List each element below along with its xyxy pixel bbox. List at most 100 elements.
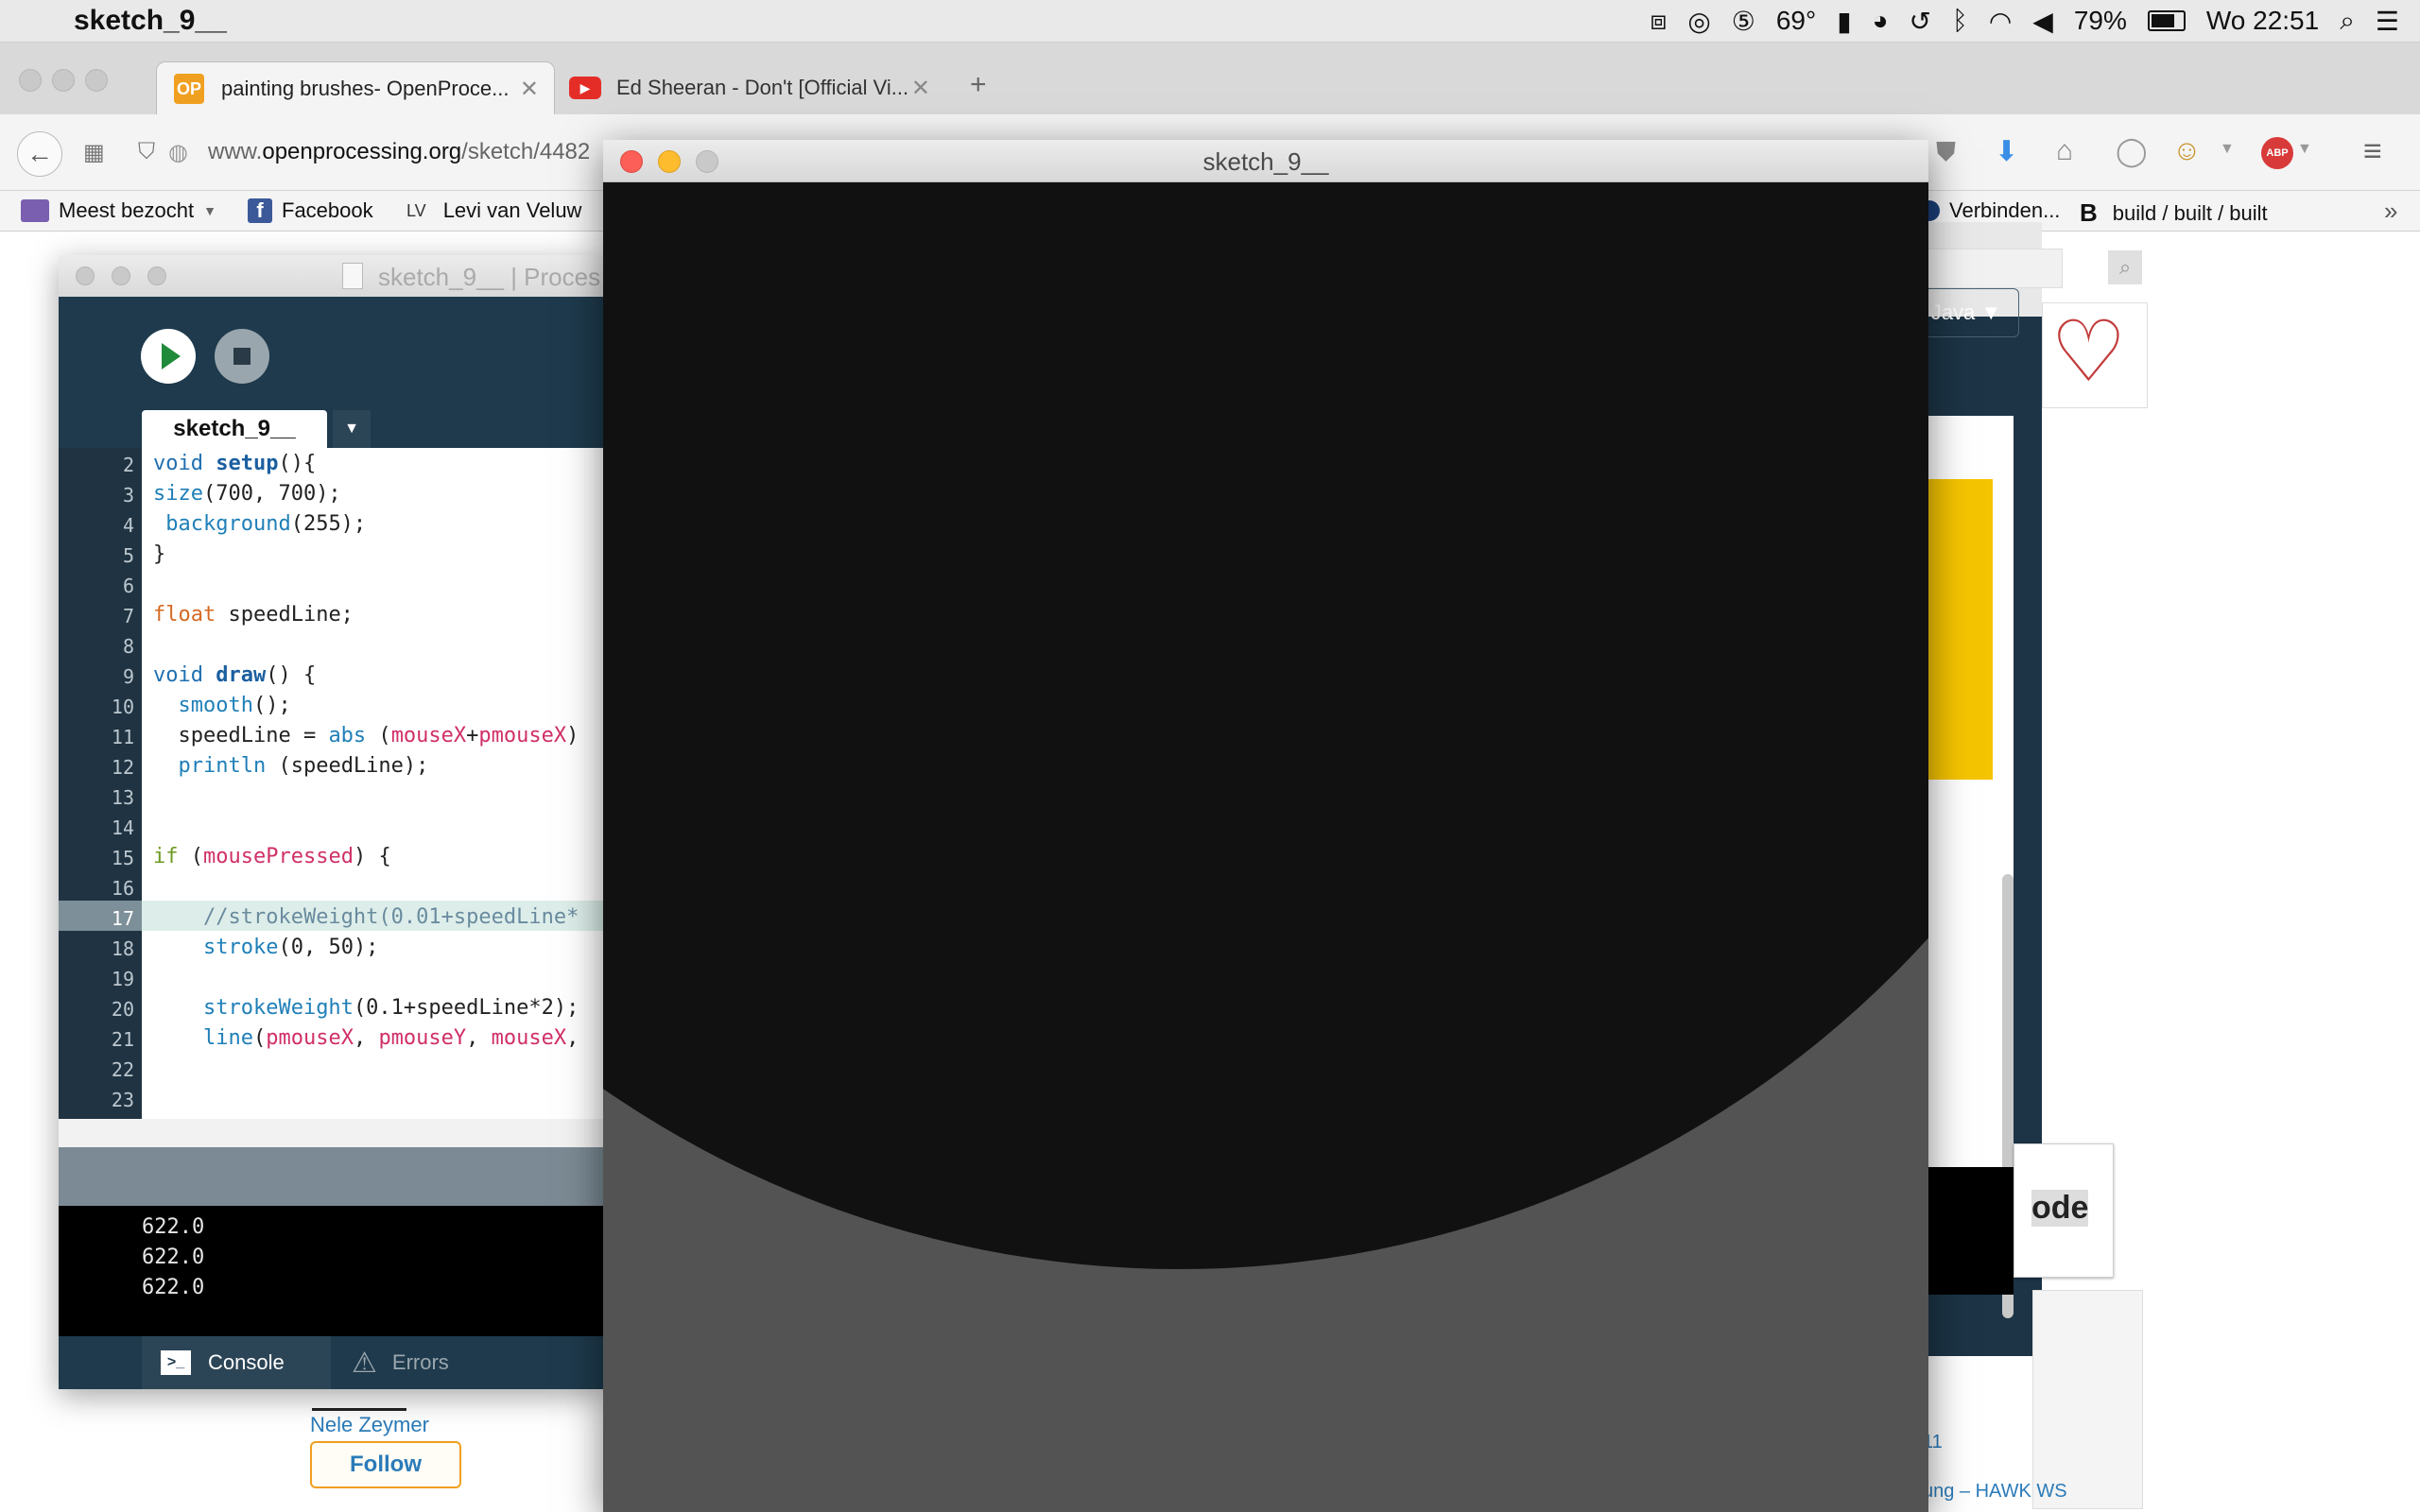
bluetooth-icon[interactable]: ᛒ xyxy=(1952,6,1968,36)
facebook-icon: f xyxy=(248,198,272,223)
dropdown-arrow-icon[interactable]: ▼ xyxy=(2297,141,2312,158)
window-minimize-button[interactable] xyxy=(52,69,75,92)
url-prefix: www. xyxy=(208,139,263,164)
window-close-button[interactable] xyxy=(76,266,95,285)
heart-thumbnail[interactable]: ♡ xyxy=(2042,302,2148,408)
active-app-name[interactable]: sketch_9__ xyxy=(74,5,227,37)
bookmark-label: Facebook xyxy=(282,198,373,222)
stop-button[interactable] xyxy=(215,329,269,384)
line-number: 11 xyxy=(111,726,134,748)
console-tab[interactable]: >_ Console xyxy=(142,1336,331,1389)
line-number: 21 xyxy=(111,1028,134,1051)
bookmark-label: build / built / built xyxy=(2112,200,2268,225)
time-machine-icon[interactable]: ↺ xyxy=(1910,6,1931,37)
code-line: strokeWeight(0.1+speedLine*2); xyxy=(202,996,579,1020)
url-bar[interactable]: www.openprocessing.org/sketch/4482 xyxy=(208,139,590,165)
follow-button[interactable]: Follow xyxy=(310,1441,461,1488)
sketch-canvas[interactable] xyxy=(603,182,1928,1512)
bookmark-label: Verbinden... xyxy=(1949,198,2061,222)
code-line: speedLine = abs (mouseX+pmouseX) xyxy=(153,724,579,747)
bookmarks-overflow-icon[interactable]: » xyxy=(2384,197,2397,226)
line-number: 9 xyxy=(122,665,134,688)
processing-ide-window: sketch_9__ | Proces sketch_9__ ▼ 2 3 4 5… xyxy=(59,255,605,1389)
run-button[interactable] xyxy=(141,329,196,384)
code-line: println (speedLine); xyxy=(178,754,429,778)
bookmark-build[interactable]: B build / built / built xyxy=(2080,198,2268,228)
code-line: float speedLine; xyxy=(153,603,354,627)
window-zoom-button[interactable] xyxy=(85,69,108,92)
greasemonkey-icon[interactable]: ☺ xyxy=(2172,135,2202,167)
tab-sketch[interactable]: sketch_9__ xyxy=(142,410,327,448)
line-number: 4 xyxy=(122,514,134,537)
clock[interactable]: Wo 22:51 xyxy=(2206,6,2319,36)
ide-tab-row: sketch_9__ ▼ xyxy=(59,410,605,448)
browser-tab-strip: OP painting brushes- OpenProce... ✕ ▶ Ed… xyxy=(0,43,2420,115)
spotlight-search-icon[interactable]: ⌕ xyxy=(2340,6,2355,37)
line-number: 19 xyxy=(111,968,134,990)
line-number: 7 xyxy=(122,605,134,627)
back-button[interactable]: ← xyxy=(17,131,62,177)
close-tab-icon[interactable]: ✕ xyxy=(520,76,539,103)
wifi-icon[interactable]: ◠ xyxy=(1989,6,2012,37)
search-icon[interactable]: ⌕ xyxy=(2108,250,2142,284)
bookmark-verbinden[interactable]: Verbinden... xyxy=(1919,198,2060,223)
console-tab-label: Console xyxy=(208,1350,285,1374)
hamburger-menu-icon[interactable]: ≡ xyxy=(2363,133,2382,170)
cpu-meter-icon[interactable]: ▮ xyxy=(1837,6,1851,37)
mode-selector[interactable]: Java ▼ xyxy=(1913,288,2019,337)
b-icon: B xyxy=(2080,198,2098,227)
thumbnail-card[interactable]: ode xyxy=(2014,1143,2114,1278)
code-editor[interactable]: 2 3 4 5 6 7 8 9 10 11 12 13 14 15 16 17 … xyxy=(59,448,605,1119)
bookmark-facebook[interactable]: f Facebook xyxy=(248,198,373,223)
notification-center-icon[interactable]: ☰ xyxy=(2376,6,2399,37)
window-zoom-button[interactable] xyxy=(147,266,166,285)
site-identity-icon[interactable]: ▦ xyxy=(83,139,105,166)
errors-tab-label: Errors xyxy=(391,1350,449,1374)
html5-icon[interactable]: ⑤ xyxy=(1732,6,1755,37)
adblock-icon[interactable]: ABP xyxy=(2261,137,2293,169)
heart-icon: ♡ xyxy=(2050,305,2127,400)
tab-openprocessing[interactable]: OP painting brushes- OpenProce... ✕ xyxy=(156,61,555,115)
editor-status-strip xyxy=(59,1119,605,1147)
line-number: 20 xyxy=(111,998,134,1021)
chat-icon[interactable]: ◯ xyxy=(2116,135,2148,168)
window-close-button[interactable] xyxy=(19,69,42,92)
dropdown-arrow-icon[interactable]: ▼ xyxy=(2220,141,2235,158)
bookmark-levi[interactable]: LV Levi van Veluw xyxy=(406,198,581,223)
errors-tab[interactable]: ⚠ Errors xyxy=(333,1336,522,1389)
tab-menu-button[interactable]: ▼ xyxy=(333,410,371,448)
line-number: 8 xyxy=(122,635,134,658)
line-number: 23 xyxy=(111,1089,134,1111)
home-icon[interactable]: ⌂ xyxy=(2056,135,2073,167)
console-line: 622.0 xyxy=(142,1246,205,1269)
shield-icon[interactable]: ⛉ xyxy=(138,139,155,165)
pie-clock-icon[interactable]: ◕ xyxy=(1873,6,1889,36)
battery-icon[interactable] xyxy=(2147,10,2186,31)
close-tab-icon[interactable]: ✕ xyxy=(911,75,930,102)
code-line: background(255); xyxy=(165,512,367,536)
link-text[interactable]: ung – HAWK WS xyxy=(1923,1481,2067,1503)
battery-percent[interactable]: 79% xyxy=(2074,6,2127,36)
temperature-readout[interactable]: 69° xyxy=(1776,6,1816,36)
stop-icon xyxy=(233,348,251,365)
tab-youtube[interactable]: ▶ Ed Sheeran - Don't [Official Vi... ✕ xyxy=(558,61,945,114)
window-minimize-button[interactable] xyxy=(112,266,130,285)
console-output: 622.0 622.0 622.0 xyxy=(59,1206,605,1336)
code-line: stroke(0, 50); xyxy=(202,936,379,959)
message-area xyxy=(59,1147,605,1206)
menu-bar: sketch_9__ ⧈ ◎ ⑤ 69° ▮ ◕ ↺ ᛒ ◠ ◀︎ 79% Wo… xyxy=(0,0,2420,43)
line-number: 22 xyxy=(111,1058,134,1081)
author-name[interactable]: Nele Zeymer xyxy=(310,1413,429,1437)
line-number: 18 xyxy=(111,937,134,960)
dropbox-icon[interactable]: ⧈ xyxy=(1651,6,1668,37)
pocket-icon[interactable]: ⛊ xyxy=(1936,137,1956,168)
code-line: smooth(); xyxy=(178,694,291,717)
code-line: void draw() { xyxy=(153,663,317,687)
creative-cloud-icon[interactable]: ◎ xyxy=(1687,6,1710,37)
downloads-icon[interactable]: ⬇ xyxy=(1995,135,2018,168)
code-line: } xyxy=(153,542,166,566)
code-line: //strokeWeight(0.01+speedLine* xyxy=(202,905,579,929)
bookmark-most-visited[interactable]: Meest bezocht ▼ xyxy=(21,198,216,223)
new-tab-button[interactable]: + xyxy=(970,69,987,101)
volume-icon[interactable]: ◀︎ xyxy=(2032,6,2053,37)
